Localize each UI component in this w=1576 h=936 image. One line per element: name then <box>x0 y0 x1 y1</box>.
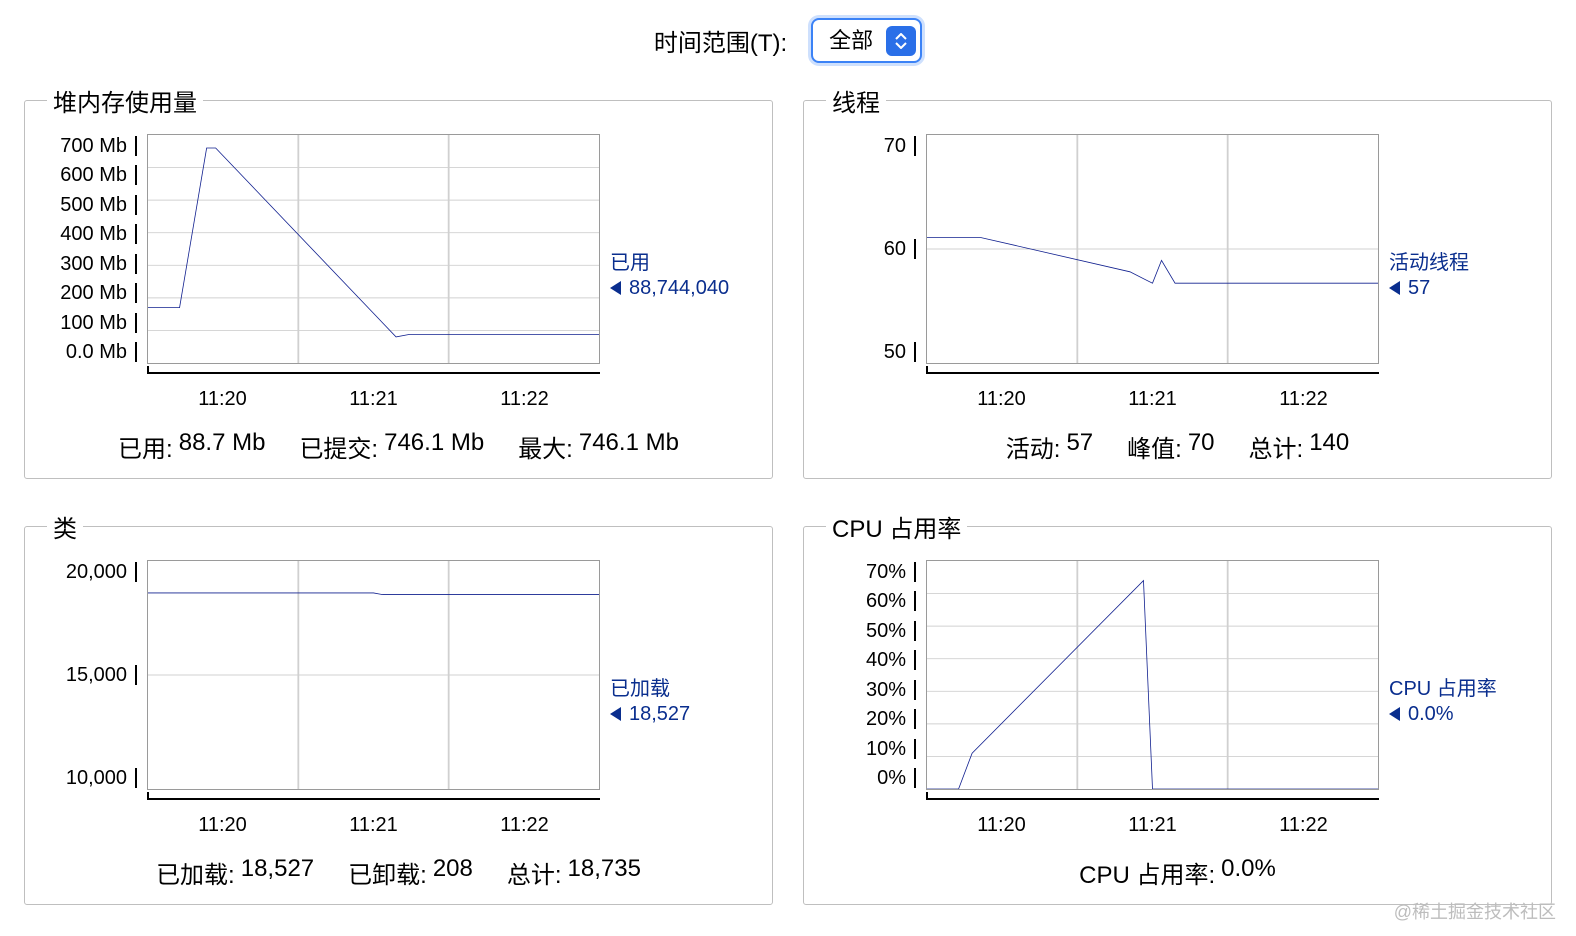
legend-heap-value: 88,744,040 <box>629 277 729 300</box>
classes-total-label: 总计: <box>507 855 562 890</box>
legend-classes-value: 18,527 <box>629 703 690 726</box>
threads-total-value: 140 <box>1309 429 1349 464</box>
y-tick: 50 <box>884 342 916 362</box>
heap-used-label: 已用: <box>118 429 173 464</box>
classes-unloaded-value: 208 <box>433 855 473 890</box>
x-tick: 11:22 <box>500 814 549 837</box>
y-tick: 600 Mb <box>60 165 137 185</box>
y-tick: 40% <box>866 650 916 670</box>
stats-heap: 已用:88.7 Mb 已提交:746.1 Mb 最大:746.1 Mb <box>47 411 750 464</box>
y-tick: 0.0 Mb <box>66 342 137 362</box>
stats-threads: 活动:57 峰值:70 总计:140 <box>826 411 1529 464</box>
y-tick: 700 Mb <box>60 136 137 156</box>
x-tick: 11:20 <box>198 814 247 837</box>
heap-max-value: 746.1 Mb <box>579 429 679 464</box>
x-tick: 11:21 <box>349 388 398 411</box>
y-tick: 60% <box>866 591 916 611</box>
legend-threads: 活动线程 57 <box>1389 134 1529 411</box>
heap-committed-label: 已提交: <box>299 429 378 464</box>
y-tick: 0% <box>877 768 916 788</box>
legend-cpu: CPU 占用率 0.0% <box>1389 560 1529 837</box>
time-range-label: 时间范围(T): <box>654 23 787 58</box>
xaxis-threads: 11:20 11:21 11:22 <box>926 372 1379 411</box>
triangle-left-icon <box>1389 281 1400 295</box>
xaxis-classes: 11:20 11:21 11:22 <box>147 798 600 837</box>
legend-heap: 已用 88,744,040 <box>610 134 750 411</box>
y-tick: 60 <box>884 239 916 259</box>
heap-max-label: 最大: <box>518 429 573 464</box>
x-tick: 11:22 <box>1279 388 1328 411</box>
y-tick: 70 <box>884 136 916 156</box>
heap-used-value: 88.7 Mb <box>179 429 266 464</box>
legend-heap-name: 已用 <box>610 246 650 275</box>
panel-threads-title: 线程 <box>826 83 886 118</box>
y-tick: 200 Mb <box>60 283 137 303</box>
cpu-usage-label: CPU 占用率: <box>1079 855 1215 890</box>
plot-heap[interactable] <box>147 134 600 364</box>
threads-live-label: 活动: <box>1006 429 1061 464</box>
y-tick: 300 Mb <box>60 254 137 274</box>
x-tick: 11:20 <box>977 814 1026 837</box>
triangle-left-icon <box>610 707 621 721</box>
x-tick: 11:21 <box>349 814 398 837</box>
legend-cpu-name: CPU 占用率 <box>1389 672 1497 701</box>
triangle-left-icon <box>610 281 621 295</box>
threads-live-value: 57 <box>1066 429 1093 464</box>
panel-threads: 线程 70 60 50 11:20 11:21 11:22 活动线程 57 活动:57 … <box>803 83 1552 479</box>
stats-classes: 已加载:18,527 已卸载:208 总计:18,735 <box>47 837 750 890</box>
y-tick: 100 Mb <box>60 313 137 333</box>
cpu-usage-value: 0.0% <box>1221 855 1276 890</box>
panel-cpu: CPU 占用率 70%60%50%40%30%20%10%0% 11:2011:… <box>803 509 1552 905</box>
panel-heap: 堆内存使用量 700 Mb 600 Mb 500 Mb 400 Mb 300 Mb 200… <box>24 83 773 479</box>
classes-loaded-label: 已加载: <box>156 855 235 890</box>
y-tick: 30% <box>866 680 916 700</box>
x-tick: 11:21 <box>1128 814 1177 837</box>
x-tick: 11:21 <box>1128 388 1177 411</box>
threads-total-label: 总计: <box>1249 429 1304 464</box>
y-tick: 50% <box>866 621 916 641</box>
x-tick: 11:20 <box>198 388 247 411</box>
plot-threads[interactable] <box>926 134 1379 364</box>
classes-loaded-value: 18,527 <box>241 855 314 890</box>
xaxis-cpu: 11:20 11:21 11:22 <box>926 798 1379 837</box>
panel-classes: 类 20,000 15,000 10,000 11:20 11:21 11:22 已加载… <box>24 509 773 905</box>
legend-threads-value: 57 <box>1408 277 1430 300</box>
yaxis-heap: 700 Mb 600 Mb 500 Mb 400 Mb 300 Mb 200 Mb 100 … <box>47 134 137 364</box>
panel-classes-title: 类 <box>47 509 83 544</box>
stats-cpu: CPU 占用率:0.0% <box>826 837 1529 890</box>
time-range-select[interactable]: 全部 <box>811 18 922 63</box>
x-tick: 11:22 <box>1279 814 1328 837</box>
panel-heap-title: 堆内存使用量 <box>47 83 203 118</box>
plot-classes[interactable] <box>147 560 600 790</box>
y-tick: 400 Mb <box>60 224 137 244</box>
x-tick: 11:20 <box>977 388 1026 411</box>
yaxis-classes: 20,000 15,000 10,000 <box>47 560 137 790</box>
threads-peak-value: 70 <box>1188 429 1215 464</box>
y-tick: 20% <box>866 709 916 729</box>
y-tick: 500 Mb <box>60 195 137 215</box>
y-tick: 15,000 <box>66 665 137 685</box>
y-tick: 10% <box>866 739 916 759</box>
triangle-left-icon <box>1389 707 1400 721</box>
y-tick: 10,000 <box>66 768 137 788</box>
watermark: @稀土掘金技术社区 <box>1394 898 1556 924</box>
y-tick: 70% <box>866 562 916 582</box>
legend-classes-name: 已加载 <box>610 672 670 701</box>
xaxis-heap: 11:20 11:21 11:22 <box>147 372 600 411</box>
legend-classes: 已加载 18,527 <box>610 560 750 837</box>
y-tick: 20,000 <box>66 562 137 582</box>
classes-total-value: 18,735 <box>568 855 641 890</box>
yaxis-threads: 70 60 50 <box>826 134 916 364</box>
time-range-select-wrap: 全部 <box>811 18 922 63</box>
yaxis-cpu: 70% 60% 50% 40% 30% 20% 10% 0% <box>826 560 916 790</box>
classes-unloaded-label: 已卸载: <box>348 855 427 890</box>
plot-cpu[interactable] <box>926 560 1379 790</box>
heap-committed-value: 746.1 Mb <box>384 429 484 464</box>
panel-cpu-title: CPU 占用率 <box>826 509 967 544</box>
threads-peak-label: 峰值: <box>1127 429 1182 464</box>
legend-threads-name: 活动线程 <box>1389 246 1469 275</box>
legend-cpu-value: 0.0% <box>1408 703 1454 726</box>
x-tick: 11:22 <box>500 388 549 411</box>
